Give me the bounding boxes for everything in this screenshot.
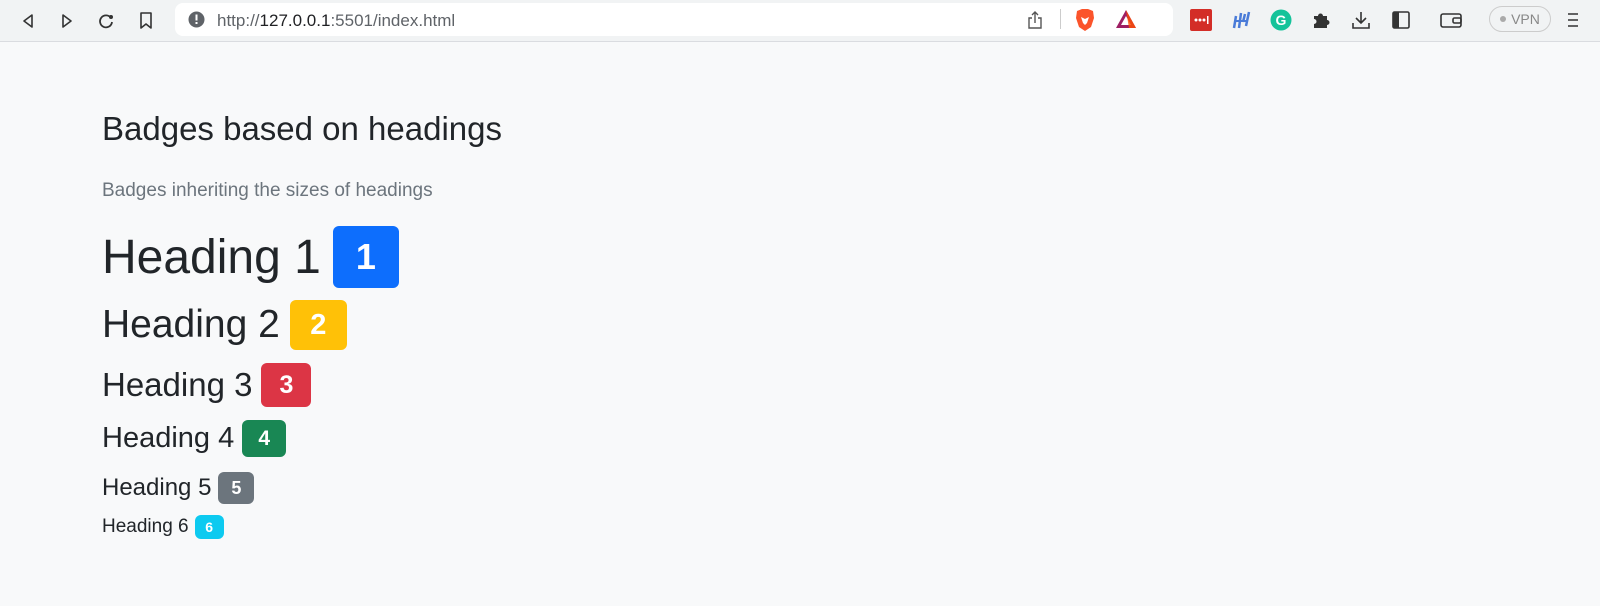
info-icon <box>188 11 205 28</box>
page-title: Badges based on headings <box>102 110 502 147</box>
bat-rewards-button[interactable] <box>1115 9 1137 34</box>
reload-icon <box>99 14 113 29</box>
address-bar[interactable]: http://127.0.0.1:5501/index.html <box>175 3 1173 36</box>
url-prefix: http:// <box>217 11 260 30</box>
back-icon <box>23 14 33 28</box>
brave-shield-icon <box>1076 9 1094 31</box>
vpn-button[interactable]: VPN <box>1489 6 1551 32</box>
reload-button[interactable] <box>93 8 119 34</box>
heading-text: Heading 5 <box>102 474 212 501</box>
sidebar-button[interactable] <box>1389 8 1413 32</box>
badge-info: 6 <box>194 515 224 539</box>
heading-text: Heading 6 <box>102 516 189 537</box>
lastpass-extension[interactable] <box>1189 8 1213 32</box>
page-lead: Badges inheriting the sizes of headings <box>102 180 433 201</box>
heading-text: Heading 4 <box>102 422 235 454</box>
brave-shield-button[interactable] <box>1074 8 1096 37</box>
puzzle-icon <box>1314 13 1330 28</box>
heading-6: Heading 6 6 <box>102 515 224 539</box>
bookmark-icon <box>140 12 152 29</box>
extension-icon <box>1232 11 1251 29</box>
heading-2: Heading 2 2 <box>102 300 347 350</box>
bat-rewards-icon <box>1116 10 1136 28</box>
menu-icon <box>1568 13 1578 27</box>
divider <box>1060 9 1061 29</box>
sidebar-icon <box>1392 11 1410 29</box>
bar-extension[interactable] <box>1229 8 1253 32</box>
heading-text: Heading 2 <box>102 303 280 346</box>
vpn-status-dot <box>1500 16 1507 22</box>
bookmark-button[interactable] <box>133 8 159 34</box>
heading-4: Heading 4 4 <box>102 420 287 457</box>
heading-text: Heading 1 <box>102 230 321 284</box>
extensions-button[interactable] <box>1309 8 1333 32</box>
forward-button[interactable] <box>54 8 80 34</box>
url-path: :5501/index.html <box>330 11 456 30</box>
heading-5: Heading 5 5 <box>102 472 255 504</box>
heading-text: Heading 3 <box>102 366 253 403</box>
grammarly-icon: G <box>1270 9 1292 31</box>
download-icon <box>1352 12 1370 29</box>
downloads-button[interactable] <box>1349 8 1373 32</box>
badge-primary: 1 <box>332 226 399 288</box>
wallet-button[interactable] <box>1439 8 1463 32</box>
svg-text:G: G <box>1276 12 1287 28</box>
badge-danger: 3 <box>261 363 312 407</box>
badge-success: 4 <box>242 420 287 457</box>
url-host: 127.0.0.1 <box>259 11 331 30</box>
heading-1: Heading 1 1 <box>102 226 399 288</box>
vpn-label: VPN <box>1511 11 1540 27</box>
menu-button[interactable] <box>1561 8 1585 32</box>
wallet-icon <box>1440 13 1462 28</box>
badge-secondary: 5 <box>218 472 255 504</box>
grammarly-extension[interactable]: G <box>1269 8 1293 32</box>
badge-warning: 2 <box>289 300 347 350</box>
forward-icon <box>62 14 72 28</box>
back-button[interactable] <box>15 8 41 34</box>
share-button[interactable] <box>1027 10 1043 35</box>
url-text[interactable]: http://127.0.0.1:5501/index.html <box>217 11 455 31</box>
heading-3: Heading 3 3 <box>102 363 312 407</box>
browser-toolbar: http://127.0.0.1:5501/index.html G VPN <box>0 0 1600 42</box>
share-icon <box>1028 11 1042 29</box>
lastpass-icon <box>1190 9 1212 31</box>
